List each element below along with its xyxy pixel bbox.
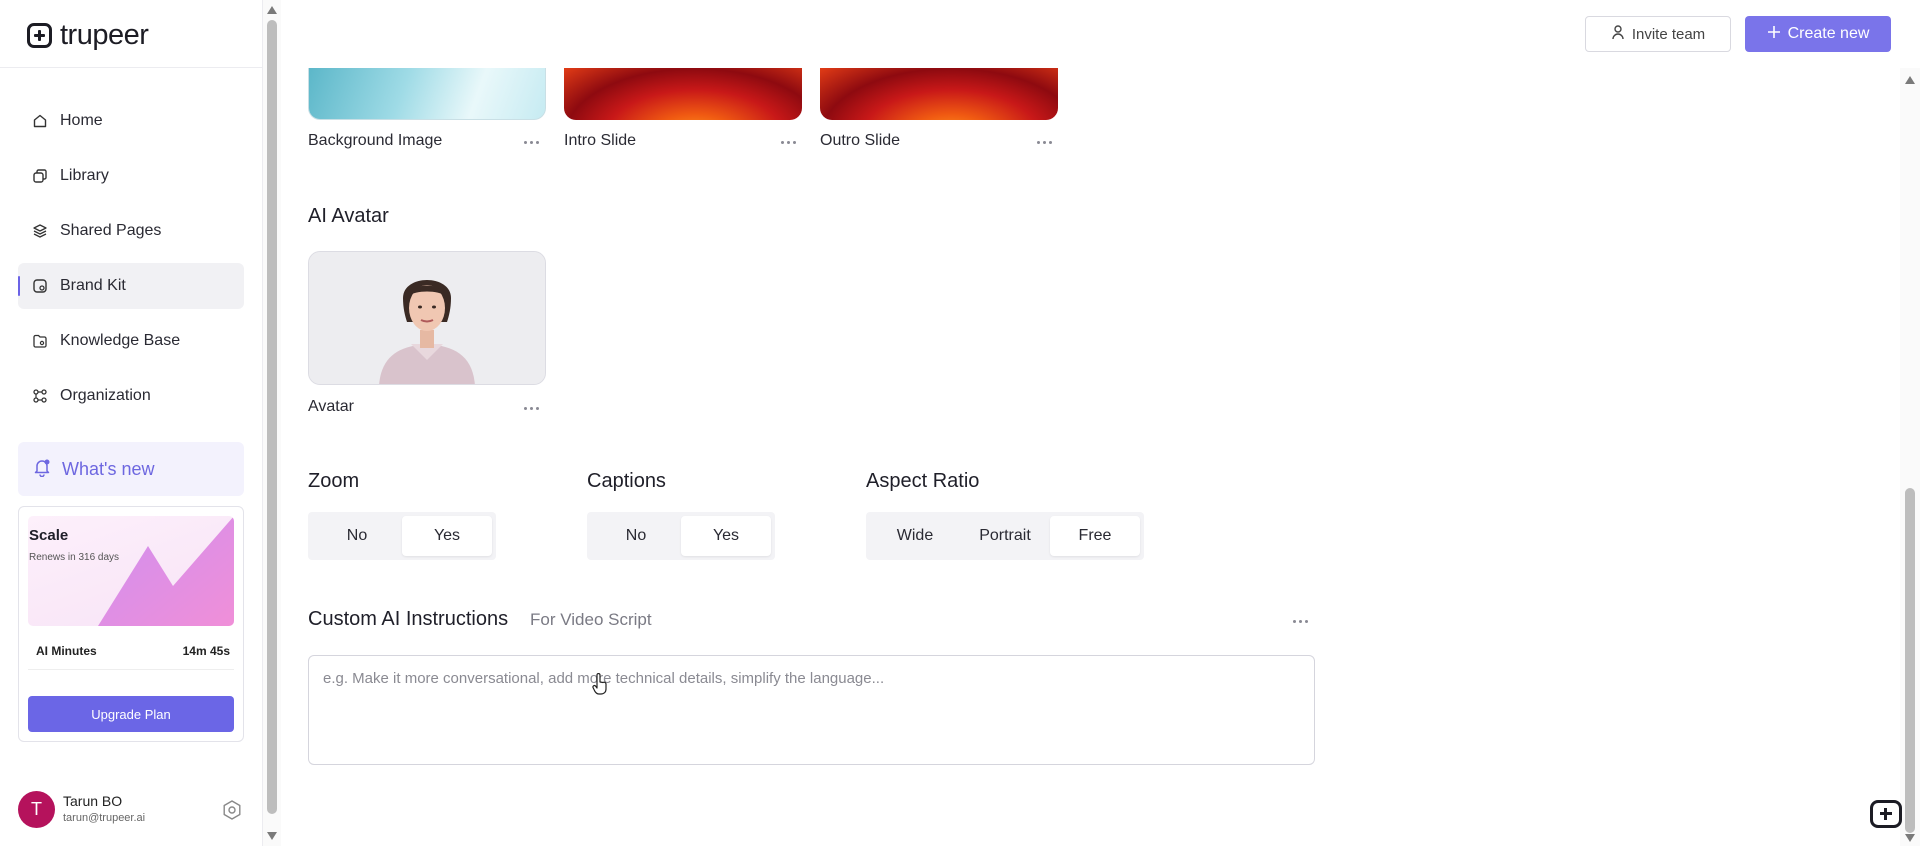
more-options-icon[interactable] xyxy=(524,139,540,145)
intro-slide-thumbnail[interactable] xyxy=(564,68,802,120)
sidebar-scrollbar[interactable] xyxy=(263,0,281,846)
zoom-option-no[interactable]: No xyxy=(312,516,402,556)
whats-new-label: What's new xyxy=(62,458,155,479)
scrollbar-thumb[interactable] xyxy=(1905,488,1915,833)
sidebar-item-knowledge-base[interactable]: Knowledge Base xyxy=(18,318,244,364)
avatar: T xyxy=(18,791,55,828)
aspect-option-free[interactable]: Free xyxy=(1050,516,1140,556)
sidebar-item-brand-kit[interactable]: Brand Kit xyxy=(18,263,244,309)
logo-icon xyxy=(27,22,52,48)
invite-team-button[interactable]: Invite team xyxy=(1585,16,1731,52)
user-icon xyxy=(1611,24,1625,44)
invite-team-label: Invite team xyxy=(1631,25,1706,43)
create-new-button[interactable]: Create new xyxy=(1745,16,1891,52)
brand-kit-icon xyxy=(32,278,48,294)
sidebar-item-organization[interactable]: Organization xyxy=(18,373,244,419)
sidebar: trupeer Home Library Shared Pages Brand xyxy=(0,0,263,846)
scroll-up-arrow[interactable] xyxy=(267,6,277,14)
scrollbar-thumb[interactable] xyxy=(267,20,277,814)
upgrade-plan-button[interactable]: Upgrade Plan xyxy=(28,696,234,732)
zoom-heading: Zoom xyxy=(308,470,360,492)
divider xyxy=(0,67,262,68)
scroll-down-arrow[interactable] xyxy=(267,832,277,840)
library-icon xyxy=(32,168,48,184)
sidebar-item-label: Home xyxy=(60,112,103,129)
ai-minutes-label: AI Minutes xyxy=(36,643,97,658)
plan-card: Scale Renews in 316 days AI Minutes 14m … xyxy=(18,506,244,742)
aspect-option-wide[interactable]: Wide xyxy=(870,516,960,556)
plus-icon xyxy=(1767,25,1781,44)
bell-icon xyxy=(32,457,52,482)
layers-icon xyxy=(32,223,48,239)
hand-cursor-icon xyxy=(592,672,608,695)
user-profile[interactable]: T Tarun BO tarun@trupeer.ai xyxy=(18,791,244,829)
plan-name: Scale xyxy=(29,527,69,544)
logo-text: trupeer xyxy=(60,18,149,51)
outro-slide-label: Outro Slide xyxy=(820,132,901,149)
sidebar-item-shared-pages[interactable]: Shared Pages xyxy=(18,208,244,254)
more-options-icon[interactable] xyxy=(1037,139,1053,145)
aspect-ratio-heading: Aspect Ratio xyxy=(866,470,980,492)
sidebar-item-label: Organization xyxy=(60,387,151,404)
knowledge-base-icon xyxy=(32,333,48,349)
sidebar-item-label: Knowledge Base xyxy=(60,332,181,349)
scroll-up-arrow[interactable] xyxy=(1905,76,1915,84)
ai-minutes-value: 14m 45s xyxy=(182,643,230,658)
main-scrollbar[interactable] xyxy=(1900,68,1920,846)
ai-avatar-heading: AI Avatar xyxy=(308,205,389,227)
sidebar-item-library[interactable]: Library xyxy=(18,153,244,199)
avatar-label: Avatar xyxy=(308,398,354,415)
aspect-ratio-toggle: Wide Portrait Free xyxy=(866,512,1144,560)
captions-option-yes[interactable]: Yes xyxy=(681,516,771,556)
ai-minutes-row: AI Minutes 14m 45s xyxy=(28,632,234,670)
sidebar-nav: Home Library Shared Pages Brand Kit Know… xyxy=(18,98,244,428)
gear-icon[interactable] xyxy=(221,799,243,821)
scroll-down-arrow[interactable] xyxy=(1905,834,1915,842)
avatar-thumbnail[interactable] xyxy=(308,251,546,385)
user-name: Tarun BO xyxy=(63,793,123,809)
captions-option-no[interactable]: No xyxy=(591,516,681,556)
sidebar-item-label: Brand Kit xyxy=(60,277,126,294)
organization-icon xyxy=(32,388,48,404)
app-logo[interactable]: trupeer xyxy=(27,18,149,52)
custom-ai-heading: Custom AI Instructions xyxy=(308,608,509,630)
outro-slide-thumbnail[interactable] xyxy=(820,68,1058,120)
whats-new-button[interactable]: What's new xyxy=(18,442,244,496)
avatar-portrait xyxy=(309,252,545,384)
trupeer-launcher-icon[interactable] xyxy=(1870,800,1902,828)
more-options-icon[interactable] xyxy=(524,405,540,411)
sidebar-item-label: Library xyxy=(60,167,109,184)
sidebar-item-home[interactable]: Home xyxy=(18,98,244,144)
home-icon xyxy=(32,113,48,129)
captions-heading: Captions xyxy=(587,470,666,492)
aspect-option-portrait[interactable]: Portrait xyxy=(960,516,1050,556)
zoom-toggle: No Yes xyxy=(308,512,496,560)
captions-toggle: No Yes xyxy=(587,512,775,560)
sidebar-item-label: Shared Pages xyxy=(60,222,162,239)
plan-renewal: Renews in 316 days xyxy=(29,552,120,563)
create-new-label: Create new xyxy=(1787,25,1870,42)
background-image-thumbnail[interactable] xyxy=(308,68,546,120)
user-email: tarun@trupeer.ai xyxy=(63,812,146,824)
custom-ai-subtitle: For Video Script xyxy=(530,610,652,629)
background-image-label: Background Image xyxy=(308,132,443,149)
zoom-option-yes[interactable]: Yes xyxy=(402,516,492,556)
custom-ai-instructions-input[interactable]: e.g. Make it more conversational, add mo… xyxy=(308,655,1315,765)
more-options-icon[interactable] xyxy=(781,139,797,145)
more-options-icon[interactable] xyxy=(1293,618,1309,624)
intro-slide-label: Intro Slide xyxy=(564,132,637,149)
